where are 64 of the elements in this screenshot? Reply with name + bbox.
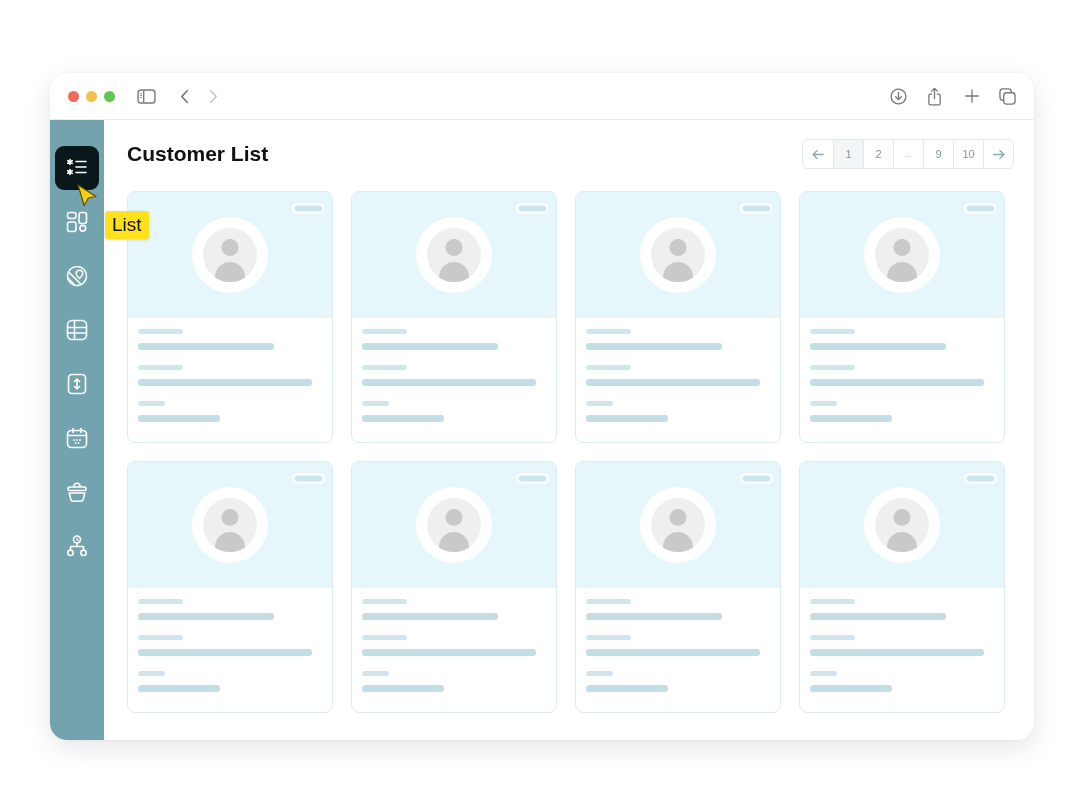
copy-icon[interactable]: [999, 87, 1016, 105]
placeholder-line: [810, 599, 855, 604]
hierarchy-icon: [65, 534, 89, 558]
placeholder-line: [138, 401, 165, 406]
placeholder-line: [138, 599, 183, 604]
back-chevron-icon[interactable]: [180, 88, 189, 104]
tag-placeholder: [740, 203, 773, 214]
download-icon[interactable]: [890, 87, 907, 105]
tag-placeholder: [964, 203, 997, 214]
placeholder-line: [810, 671, 837, 676]
placeholder-line: [362, 671, 389, 676]
tooltip: List: [105, 211, 149, 239]
placeholder-line: [362, 401, 389, 406]
tag-placeholder: [516, 203, 549, 214]
window-zoom-dot-icon[interactable]: [104, 90, 115, 102]
page-title: Customer List: [127, 141, 269, 167]
sort-icon: [65, 372, 89, 396]
placeholder-line: [362, 329, 407, 334]
table-icon: [65, 318, 89, 342]
placeholder-line: [586, 671, 613, 676]
avatar-placeholder-icon: [416, 217, 492, 293]
placeholder-line: [810, 365, 855, 370]
arrow-left-icon: [812, 148, 824, 160]
tag-placeholder: [292, 203, 325, 214]
placeholder-line: [138, 635, 183, 640]
map-pin-icon: [65, 264, 89, 288]
placeholder-line: [138, 365, 183, 370]
placeholder-line: [138, 329, 183, 334]
avatar-placeholder-icon: [640, 217, 716, 293]
avatar-placeholder-icon: [864, 217, 940, 293]
avatar-placeholder-icon: [864, 487, 940, 563]
placeholder-line: [586, 635, 631, 640]
placeholder-line: [810, 401, 837, 406]
arrow-right-icon: [992, 148, 1005, 160]
new-tab-plus-icon[interactable]: [965, 89, 979, 103]
placeholder-line: [586, 329, 631, 334]
tag-placeholder: [516, 473, 549, 484]
avatar-placeholder-icon: [640, 487, 716, 563]
widgets-icon: [65, 210, 89, 234]
placeholder-line: [362, 635, 407, 640]
window-minimize-dot-icon[interactable]: [86, 90, 97, 102]
placeholder-line: [362, 365, 407, 370]
placeholder-line: [810, 329, 855, 334]
avatar-placeholder-icon: [416, 487, 492, 563]
placeholder-line: [586, 365, 631, 370]
placeholder-line: [586, 401, 613, 406]
placeholder-line: [586, 599, 631, 604]
avatar-placeholder-icon: [192, 217, 268, 293]
sidebar-toggle-icon[interactable]: [137, 88, 156, 104]
placeholder-line: [810, 635, 855, 640]
tag-placeholder: [964, 473, 997, 484]
page-button[interactable]: 1: [833, 140, 863, 168]
avatar-placeholder-icon: [192, 487, 268, 563]
bowl-icon: [65, 480, 89, 504]
next-page-button[interactable]: [983, 140, 1013, 168]
sidebar-item[interactable]: [55, 146, 99, 190]
calendar-icon: [65, 426, 89, 450]
window-close-dot-icon[interactable]: [68, 90, 79, 102]
tag-placeholder: [292, 473, 325, 484]
tag-placeholder: [740, 473, 773, 484]
share-icon[interactable]: [927, 86, 942, 106]
pointer-cursor-icon: [76, 183, 98, 207]
placeholder-line: [138, 671, 165, 676]
placeholder-line: [362, 599, 407, 604]
